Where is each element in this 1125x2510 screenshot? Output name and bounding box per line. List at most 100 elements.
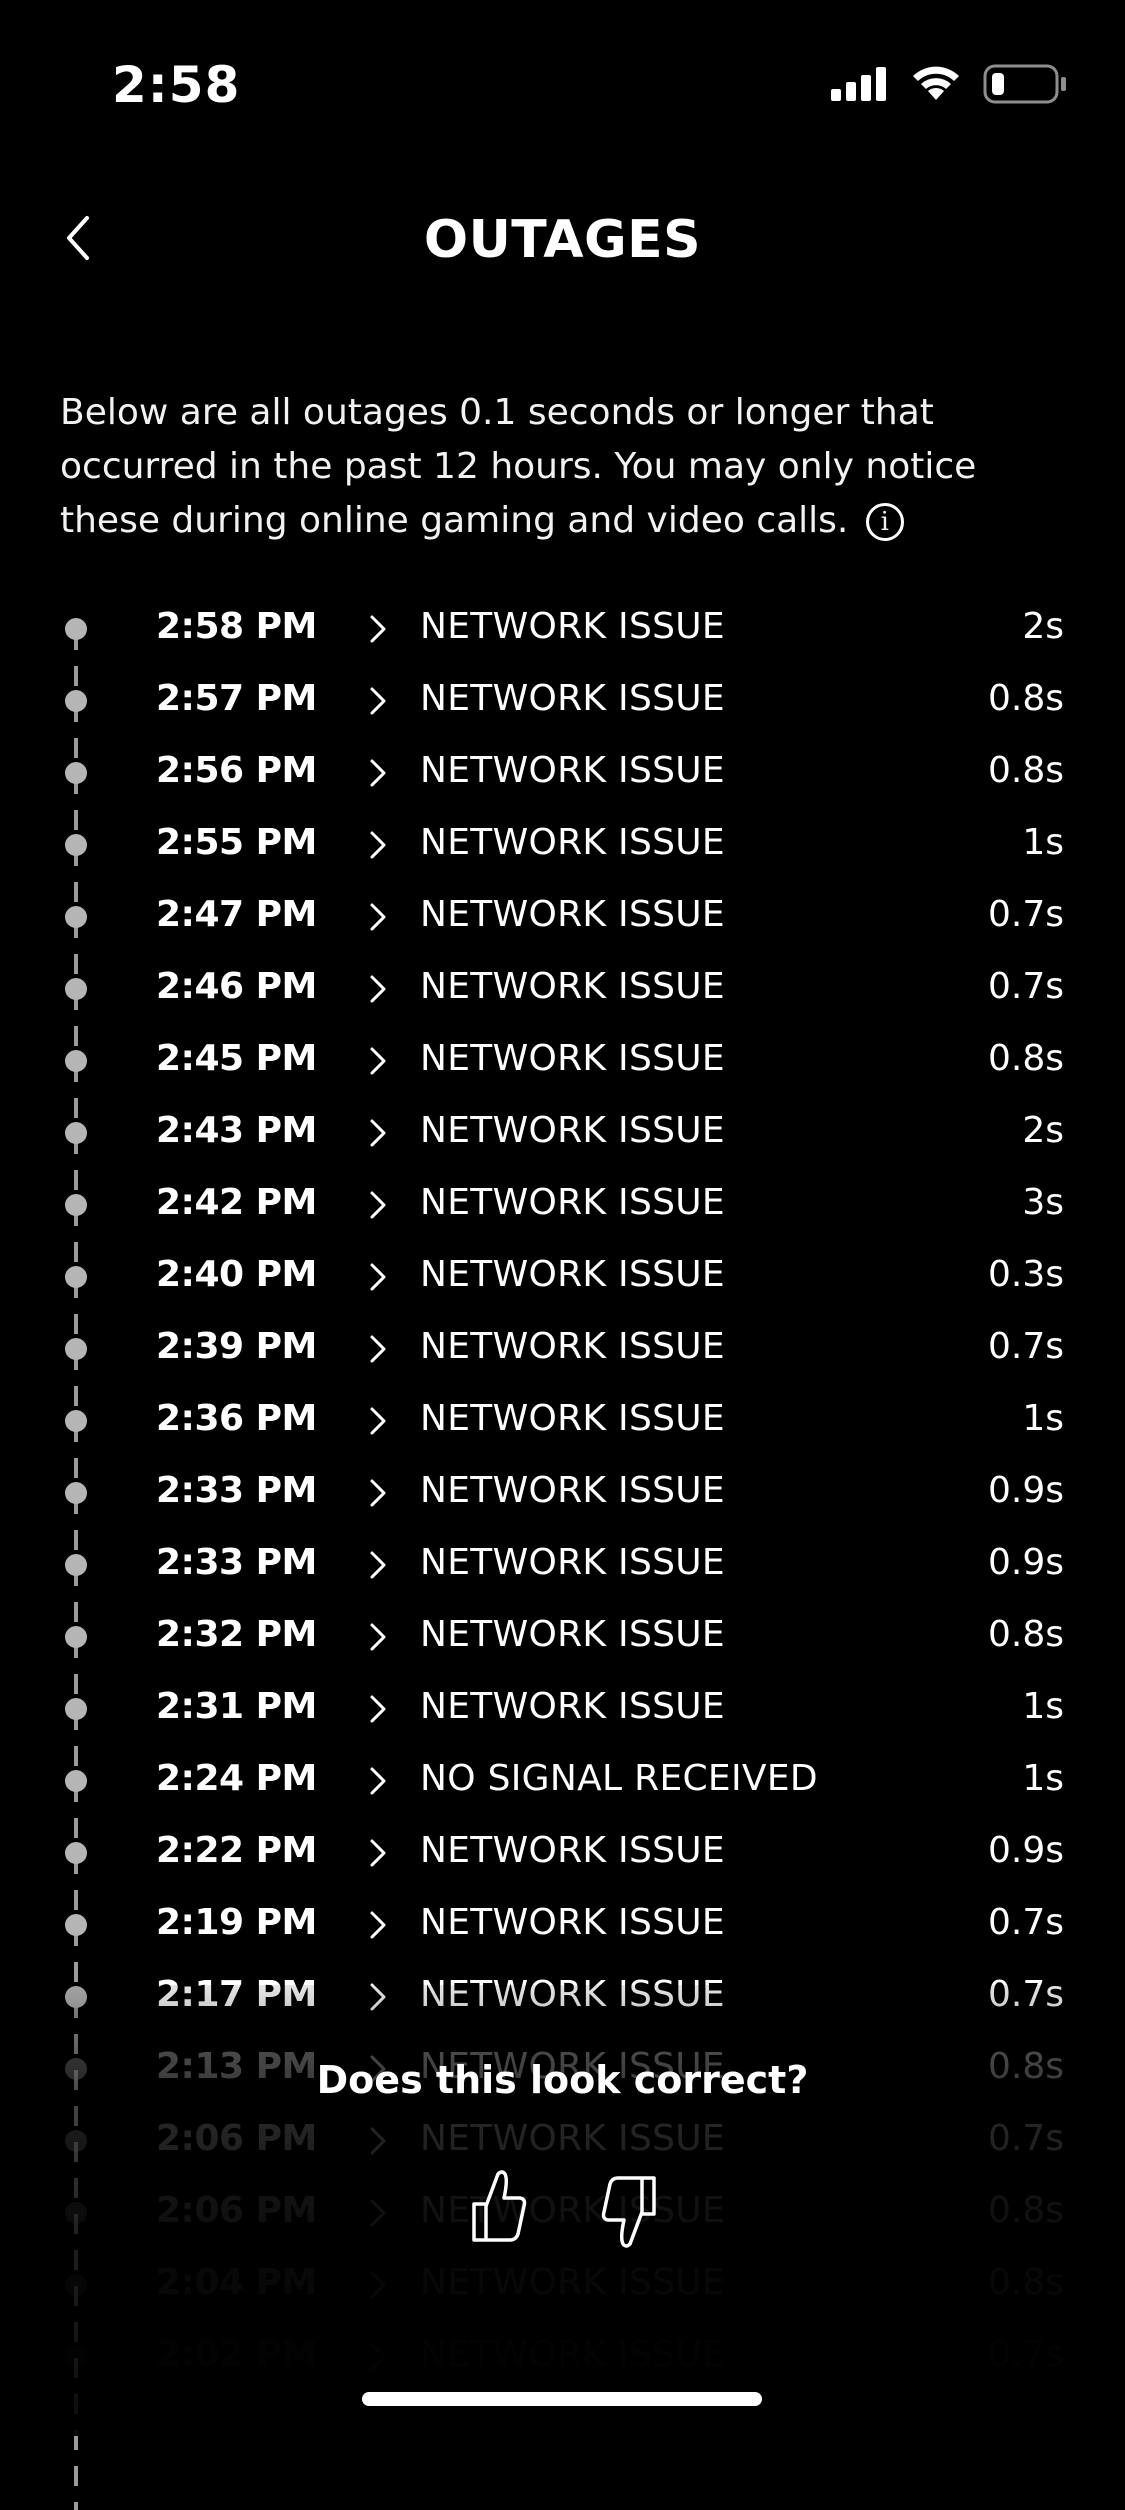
timeline-dot — [65, 2346, 87, 2368]
outage-duration: 0.8s — [987, 2262, 1064, 2303]
timeline-dot — [65, 690, 87, 712]
outage-row[interactable]: 2:43 PM NETWORK ISSUE 2s — [0, 1096, 1125, 1168]
description: Below are all outages 0.1 seconds or lon… — [60, 386, 1070, 548]
outage-row[interactable]: 2:22 PM NETWORK ISSUE 0.9s — [0, 1816, 1125, 1888]
status-icons — [831, 64, 1067, 104]
outage-row[interactable]: 2:57 PM NETWORK ISSUE 0.8s — [0, 664, 1125, 736]
outage-time: 2:57 PM — [156, 678, 317, 719]
timeline-dot — [65, 1482, 87, 1504]
chevron-right-icon — [364, 1620, 392, 1654]
outage-row[interactable]: 2:31 PM NETWORK ISSUE 1s — [0, 1672, 1125, 1744]
feedback-panel: Does this look correct? — [0, 2058, 1125, 2248]
outage-status: NETWORK ISSUE — [420, 1830, 725, 1871]
outage-duration: 2s — [1022, 606, 1064, 647]
outage-time: 2:02 PM — [156, 2334, 317, 2375]
outage-time: 2:33 PM — [156, 1542, 317, 1583]
chevron-right-icon — [364, 756, 392, 790]
thumbs-up-button[interactable] — [458, 2168, 538, 2258]
timeline-dot — [65, 1842, 87, 1864]
battery-icon — [983, 64, 1066, 104]
chevron-right-icon — [364, 1044, 392, 1078]
outage-row[interactable]: 2:36 PM NETWORK ISSUE 1s — [0, 1384, 1125, 1456]
outage-status: NETWORK ISSUE — [420, 1398, 725, 1439]
outage-row[interactable]: 2:33 PM NETWORK ISSUE 0.9s — [0, 1528, 1125, 1600]
outage-row[interactable]: 2:56 PM NETWORK ISSUE 0.8s — [0, 736, 1125, 808]
outage-row[interactable]: 2:45 PM NETWORK ISSUE 0.8s — [0, 1024, 1125, 1096]
thumbs-down-button[interactable] — [590, 2174, 670, 2264]
outage-duration: 1s — [1022, 1686, 1064, 1727]
outage-status: NETWORK ISSUE — [420, 1326, 725, 1367]
outage-status: NETWORK ISSUE — [420, 2118, 725, 2159]
chevron-right-icon — [364, 1980, 392, 2014]
outage-status: NETWORK ISSUE — [420, 606, 725, 647]
chevron-right-icon — [364, 1548, 392, 1582]
chevron-right-icon — [364, 612, 392, 646]
outage-row[interactable]: 2:24 PM NO SIGNAL RECEIVED 1s — [0, 1744, 1125, 1816]
feedback-question: Does this look correct? — [316, 2058, 809, 2102]
outage-duration: 0.7s — [987, 894, 1064, 935]
chevron-right-icon — [364, 828, 392, 862]
outage-duration: 0.8s — [987, 1038, 1064, 1079]
timeline-dot — [65, 1410, 87, 1432]
outage-row[interactable]: 2:19 PM NETWORK ISSUE 0.7s — [0, 1888, 1125, 1960]
chevron-right-icon — [364, 900, 392, 934]
outage-duration: 0.9s — [987, 1470, 1064, 1511]
outage-row[interactable]: 2:39 PM NETWORK ISSUE 0.7s — [0, 1312, 1125, 1384]
outage-row[interactable]: 2:32 PM NETWORK ISSUE 0.8s — [0, 1600, 1125, 1672]
outage-duration: 0.7s — [987, 1902, 1064, 1943]
outage-time: 2:33 PM — [156, 1470, 317, 1511]
outage-time: 2:45 PM — [156, 1038, 317, 1079]
description-text: Below are all outages 0.1 seconds or lon… — [60, 392, 977, 541]
timeline-dot — [65, 1122, 87, 1144]
thumbs-down-icon — [601, 2176, 656, 2248]
timeline-dot — [65, 1626, 87, 1648]
outage-row[interactable]: 2:46 PM NETWORK ISSUE 0.7s — [0, 952, 1125, 1024]
timeline-dot — [65, 2130, 87, 2152]
home-indicator[interactable] — [362, 2392, 762, 2406]
timeline-dot — [65, 906, 87, 928]
outage-time: 2:31 PM — [156, 1686, 317, 1727]
outage-row[interactable]: 2:04 PM NETWORK ISSUE 0.8s — [0, 2248, 1125, 2320]
outage-time: 2:32 PM — [156, 1614, 317, 1655]
chevron-right-icon — [364, 2124, 392, 2158]
outage-time: 2:36 PM — [156, 1398, 317, 1439]
timeline-dot — [65, 1770, 87, 1792]
outage-time: 2:19 PM — [156, 1902, 317, 1943]
outage-time: 2:04 PM — [156, 2262, 317, 2303]
outage-status: NETWORK ISSUE — [420, 1182, 725, 1223]
outage-duration: 0.3s — [987, 1254, 1064, 1295]
outage-duration: 0.7s — [987, 2118, 1064, 2159]
outage-row[interactable]: 2:42 PM NETWORK ISSUE 3s — [0, 1168, 1125, 1240]
outage-row[interactable]: 2:55 PM NETWORK ISSUE 1s — [0, 808, 1125, 880]
outage-row[interactable]: 2:06 PM NETWORK ISSUE 0.7s — [0, 2104, 1125, 2176]
outage-duration: 0.9s — [987, 1542, 1064, 1583]
info-icon[interactable]: i — [865, 503, 904, 541]
outage-status: NETWORK ISSUE — [420, 1686, 725, 1727]
outage-time: 2:39 PM — [156, 1326, 317, 1367]
outage-row[interactable]: 2:02 PM NETWORK ISSUE 0.7s — [0, 2320, 1125, 2392]
outage-status: NETWORK ISSUE — [420, 1470, 725, 1511]
chevron-right-icon — [364, 1404, 392, 1438]
outage-duration: 0.7s — [987, 1974, 1064, 2015]
outage-duration: 2s — [1022, 1110, 1064, 1151]
outage-status: NETWORK ISSUE — [420, 2334, 725, 2375]
outage-status: NETWORK ISSUE — [420, 1902, 725, 1943]
outage-row[interactable]: 2:47 PM NETWORK ISSUE 0.7s — [0, 880, 1125, 952]
feedback-buttons — [0, 2168, 1125, 2258]
timeline-dot — [65, 978, 87, 1000]
outage-status: NETWORK ISSUE — [420, 750, 725, 791]
outage-row[interactable]: 2:58 PM NETWORK ISSUE 2s — [0, 592, 1125, 664]
outage-duration: 1s — [1022, 1398, 1064, 1439]
status-time: 2:58 — [112, 56, 241, 114]
outage-duration: 0.9s — [987, 1830, 1064, 1871]
outage-time: 2:46 PM — [156, 966, 317, 1007]
timeline-dot — [65, 1050, 87, 1072]
outage-row[interactable]: 2:33 PM NETWORK ISSUE 0.9s — [0, 1456, 1125, 1528]
outage-row[interactable]: 2:40 PM NETWORK ISSUE 0.3s — [0, 1240, 1125, 1312]
outage-row[interactable]: 2:17 PM NETWORK ISSUE 0.7s — [0, 1960, 1125, 2032]
chevron-right-icon — [364, 1332, 392, 1366]
chevron-right-icon — [364, 1116, 392, 1150]
chevron-right-icon — [364, 2268, 392, 2302]
outage-time: 2:42 PM — [156, 1182, 317, 1223]
chevron-right-icon — [364, 1836, 392, 1870]
